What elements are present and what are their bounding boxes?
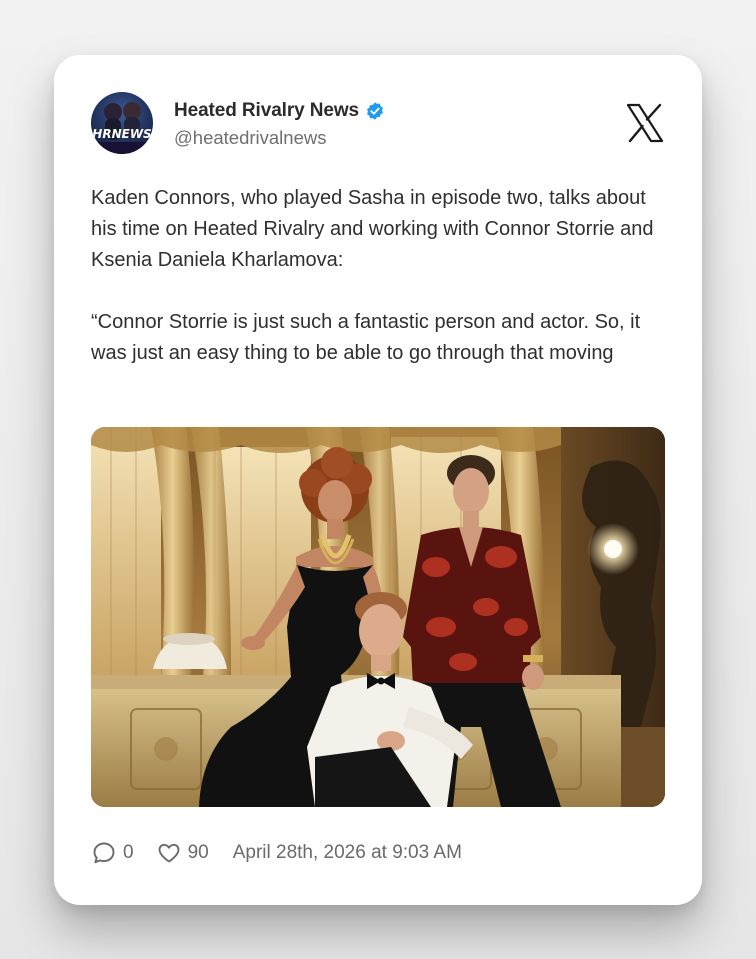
author-names: Heated Rivalry News @heatedrivalnews [174, 100, 385, 149]
reply-button[interactable]: 0 [91, 840, 134, 866]
author-display-name[interactable]: Heated Rivalry News [174, 100, 359, 122]
tweet-paragraph: Kaden Connors, who played Sasha in episo… [91, 187, 654, 271]
tweet-footer: 0 90 April 28th, 2026 at 9:03 AM [91, 839, 462, 867]
author-name-row: Heated Rivalry News [174, 100, 385, 122]
author-avatar[interactable]: HRNEWS [91, 92, 153, 154]
heart-icon [156, 840, 182, 866]
tweet-body: Kaden Connors, who played Sasha in episo… [91, 183, 671, 369]
avatar-logo-text: HRNEWS [92, 127, 151, 141]
tweet-photo[interactable] [91, 427, 665, 807]
reply-count: 0 [123, 842, 134, 863]
author-handle[interactable]: @heatedrivalnews [174, 127, 385, 149]
tweet-card: HRNEWS Heated Rivalry News @heatedrivaln… [54, 55, 702, 905]
x-logo-icon[interactable] [625, 102, 665, 144]
like-count: 90 [187, 842, 209, 863]
like-button[interactable]: 90 [156, 840, 209, 866]
tweet-header: HRNEWS Heated Rivalry News @heatedrivaln… [91, 92, 665, 156]
tweet-paragraph: “Connor Storrie is just such a fantastic… [91, 311, 641, 364]
speech-bubble-icon [91, 840, 117, 866]
verified-badge-icon [365, 101, 385, 121]
tweet-timestamp[interactable]: April 28th, 2026 at 9:03 AM [233, 842, 462, 864]
